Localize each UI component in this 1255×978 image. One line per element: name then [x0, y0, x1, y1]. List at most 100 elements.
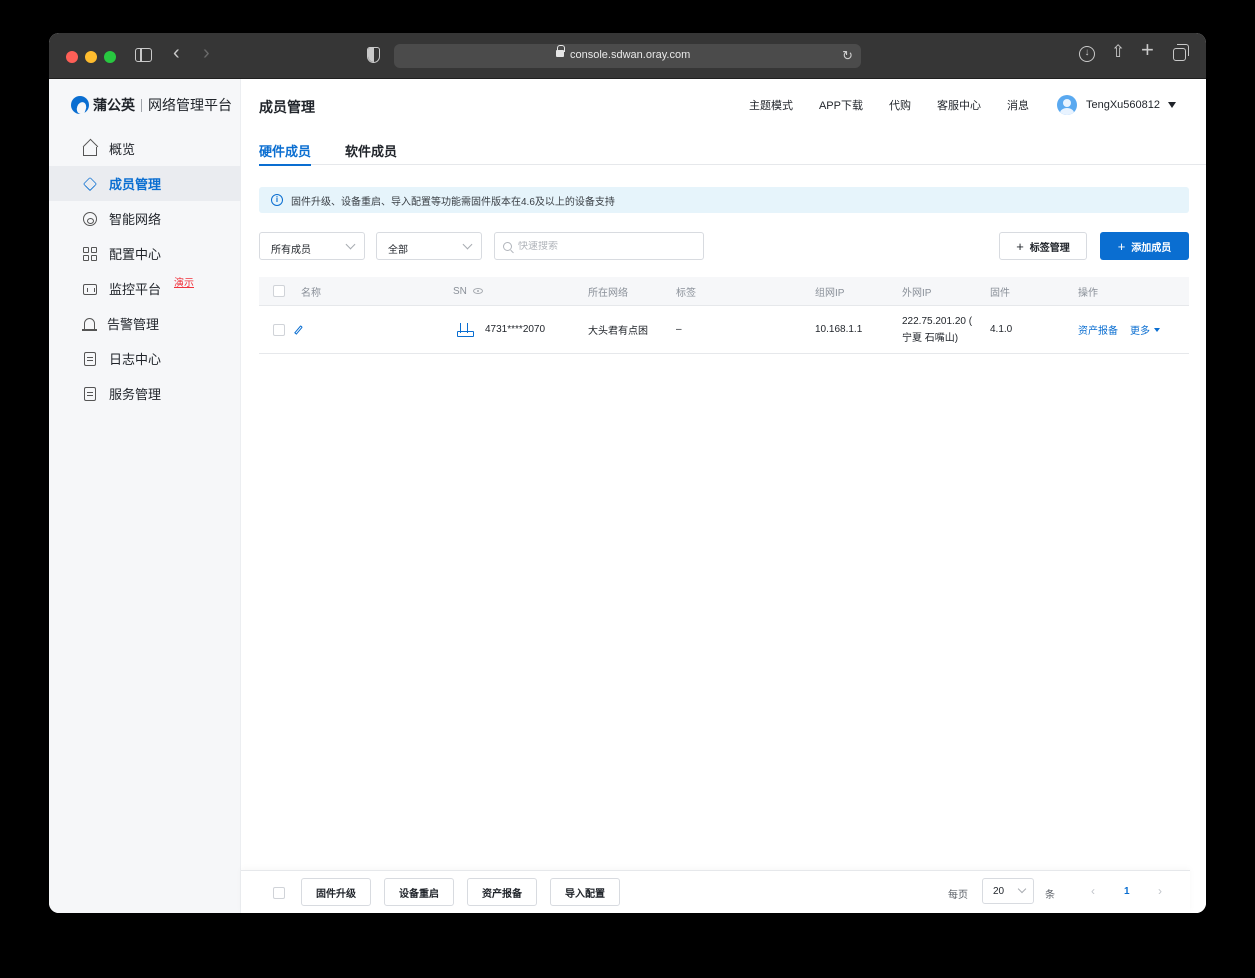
chevron-down-icon — [462, 239, 473, 250]
layers-icon — [83, 176, 97, 191]
address-bar[interactable]: console.sdwan.oray.com ↻ — [394, 44, 861, 68]
chevron-down-icon — [1017, 884, 1027, 894]
row-sn: 4731****2070 — [485, 324, 546, 335]
sidebar-item-label: 日志中心 — [109, 352, 162, 367]
batch-action-footer: 固件升级 设备重启 资产报备 导入配置 每页 20 条 ‹ 1 › — [241, 870, 1190, 913]
column-name[interactable]: 名称 — [301, 277, 321, 305]
nav-messages[interactable]: 消息 — [1007, 97, 1029, 113]
notice-text: 固件升级、设备重启、导入配置等功能需固件版本在4.6及以上的设备支持 — [291, 196, 615, 208]
bell-icon — [82, 317, 97, 331]
column-network: 所在网络 — [588, 287, 628, 299]
sidebar-item-services[interactable]: 服务管理 — [49, 376, 241, 411]
avatar[interactable] — [1056, 95, 1077, 115]
home-icon — [83, 146, 97, 156]
pencil-icon[interactable] — [294, 324, 303, 335]
chevron-down-icon — [345, 239, 356, 250]
add-member-button[interactable]: + 添加成员 — [1100, 232, 1189, 260]
sidebar-item-label: 服务管理 — [109, 387, 162, 402]
privacy-shield-icon[interactable] — [367, 47, 380, 63]
tab-hardware-members[interactable]: 硬件成员 — [259, 133, 312, 166]
nav-theme-mode[interactable]: 主题模式 — [749, 97, 793, 113]
forward-icon[interactable]: › — [203, 43, 210, 63]
sidebar-item-logs[interactable]: 日志中心 — [49, 341, 241, 376]
back-icon[interactable]: ‹ — [173, 43, 180, 63]
footer-select-all-checkbox[interactable] — [273, 887, 285, 899]
tab-software-members[interactable]: 软件成员 — [345, 133, 397, 165]
row-firmware: 4.1.0 — [990, 324, 1013, 335]
tab-overview-icon[interactable] — [1173, 44, 1189, 61]
asset-report-button[interactable]: 资产报备 — [467, 878, 537, 906]
page-title: 成员管理 — [259, 99, 315, 115]
sidebar: 蒲公英 网络管理平台 概览 成员管理 智能网络 配置中心 监控平台 演示 告警管… — [49, 79, 241, 913]
reload-icon[interactable]: ↻ — [842, 48, 853, 64]
clipboard-icon — [84, 351, 96, 366]
sidebar-item-config-center[interactable]: 配置中心 — [49, 236, 241, 271]
sidebar-item-label: 概览 — [109, 142, 136, 157]
new-tab-icon[interactable]: + — [1141, 39, 1154, 61]
sidebar-item-monitoring[interactable]: 监控平台 演示 — [49, 271, 241, 306]
member-tabs: 硬件成员 软件成员 — [259, 133, 1206, 166]
device-restart-button[interactable]: 设备重启 — [384, 878, 454, 906]
firmware-notice: i 固件升级、设备重启、导入配置等功能需固件版本在4.6及以上的设备支持 — [259, 187, 1189, 213]
column-lan-ip: 组网IP — [815, 287, 845, 299]
search-input[interactable] — [518, 240, 698, 252]
network-icon — [83, 211, 97, 226]
sidebar-item-overview[interactable]: 概览 — [49, 131, 241, 166]
nav-support-center[interactable]: 客服中心 — [937, 97, 981, 113]
current-page[interactable]: 1 — [1124, 886, 1130, 897]
scope-select[interactable]: 全部 — [376, 232, 482, 260]
member-type-select[interactable]: 所有成员 — [259, 232, 365, 260]
row-lan-ip: 10.168.1.1 — [815, 324, 863, 335]
download-icon[interactable]: ↓ — [1079, 46, 1095, 62]
column-sn-label: SN — [453, 285, 467, 297]
sidebar-item-alerts[interactable]: 告警管理 — [49, 306, 241, 341]
sidebar-item-members[interactable]: 成员管理 — [49, 166, 241, 201]
row-checkbox[interactable] — [273, 323, 285, 336]
members-table: 名称 SN 所在网络 标签 组网IP 外网IP 固件 操作 4731****20… — [259, 277, 1189, 354]
table-header: 名称 SN 所在网络 标签 组网IP 外网IP 固件 操作 — [259, 277, 1189, 306]
close-window-button[interactable] — [66, 51, 78, 63]
import-config-button[interactable]: 导入配置 — [550, 878, 620, 906]
top-navigation: 主题模式 APP下载 代购 客服中心 消息 TengXu560812 — [723, 91, 1176, 119]
eye-icon[interactable] — [472, 288, 483, 294]
tag-management-button[interactable]: + 标签管理 — [999, 232, 1087, 260]
row-actions: 资产报备 更多 — [1078, 306, 1160, 353]
table-row: 4731****2070 大头君有点困 – 10.168.1.1 222.75.… — [259, 306, 1189, 354]
page-size-select[interactable]: 20 — [982, 878, 1034, 904]
row-sn-cell: 4731****2070 — [457, 306, 545, 353]
maximize-window-button[interactable] — [104, 51, 116, 63]
select-all-checkbox[interactable] — [273, 285, 285, 297]
prev-page-icon[interactable]: ‹ — [1091, 884, 1095, 898]
grid-icon — [83, 246, 97, 261]
sidebar-item-label: 告警管理 — [107, 317, 160, 332]
sidebar-item-label: 监控平台 — [109, 282, 162, 297]
brand-subtitle: 网络管理平台 — [148, 97, 232, 113]
share-icon[interactable]: ⇧ — [1111, 43, 1125, 60]
next-page-icon[interactable]: › — [1158, 884, 1162, 898]
more-actions-link[interactable]: 更多 — [1130, 322, 1150, 337]
monitor-icon — [83, 284, 97, 295]
sidebar-toggle-icon[interactable] — [135, 48, 152, 62]
plus-icon: + — [1016, 238, 1024, 254]
document-icon — [84, 386, 96, 401]
search-box — [494, 232, 704, 260]
row-network: 大头君有点困 — [588, 326, 648, 337]
user-menu-caret-icon[interactable] — [1168, 102, 1176, 108]
sidebar-item-smart-network[interactable]: 智能网络 — [49, 201, 241, 236]
nav-purchase[interactable]: 代购 — [889, 97, 911, 113]
brand-logo[interactable]: 蒲公英 网络管理平台 — [71, 95, 232, 115]
row-wan-ip-line1: 222.75.201.20 ( — [902, 315, 973, 327]
sidebar-item-label: 成员管理 — [109, 177, 162, 192]
nav-app-download[interactable]: APP下载 — [819, 97, 863, 113]
plus-icon: + — [1117, 238, 1126, 254]
asset-report-link[interactable]: 资产报备 — [1078, 322, 1118, 337]
firmware-upgrade-button[interactable]: 固件升级 — [301, 878, 371, 906]
member-type-value: 所有成员 — [271, 245, 311, 256]
minimize-window-button[interactable] — [85, 51, 97, 63]
dandelion-logo-icon — [71, 96, 89, 114]
browser-toolbar: ‹ › console.sdwan.oray.com ↻ ↓ ⇧ + — [49, 33, 1206, 79]
filter-bar: 所有成员 全部 + 标签管理 + 添加成员 — [259, 232, 1189, 260]
caret-down-icon[interactable] — [1154, 327, 1160, 332]
info-icon: i — [271, 194, 283, 206]
username[interactable]: TengXu560812 — [1086, 99, 1160, 111]
